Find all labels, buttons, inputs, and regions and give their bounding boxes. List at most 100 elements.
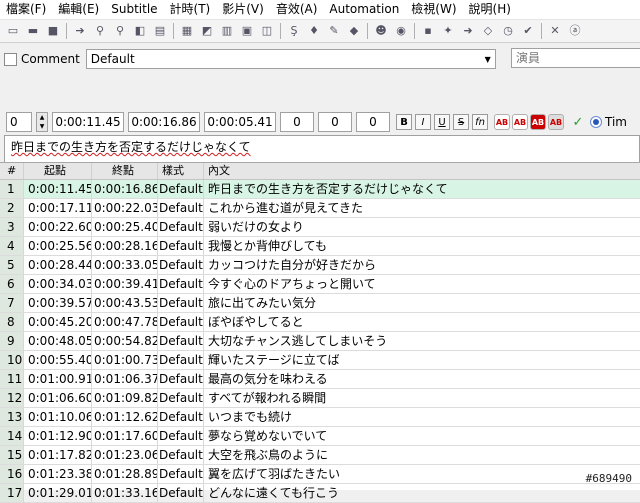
grid-row[interactable]: 14 0:01:12.90 0:01:17.60 Default 夢なら覚めないでいて <box>0 427 640 446</box>
save-icon[interactable]: ■ <box>45 23 61 39</box>
subtitle-grid: # 起點 終點 樣式 內文 1 0:00:11.45 0:00:16.86 Defau… <box>0 162 640 503</box>
shadow-color-button[interactable]: AB <box>548 114 564 130</box>
menu-item[interactable]: 編輯(E) <box>52 0 105 19</box>
grid-row[interactable]: 6 0:00:34.03 0:00:39.41 Default 今すぐ心のドアちょっと開… <box>0 275 640 294</box>
margin-right-input[interactable]: 0 <box>318 112 352 132</box>
comment-checkbox[interactable] <box>4 52 17 66</box>
styles-icon[interactable]: ◩ <box>199 23 215 39</box>
kara-icon[interactable]: ☻ <box>373 23 389 39</box>
clock-icon[interactable]: ◷ <box>500 23 516 39</box>
row-text: 夢なら覚めないでいて <box>208 429 328 443</box>
font-button[interactable]: fn <box>472 114 488 130</box>
row-number: 3 <box>0 218 24 236</box>
new-file-icon[interactable]: ▭ <box>5 23 21 39</box>
row-end: 0:00:25.40 <box>94 218 158 236</box>
grid-row[interactable]: 4 0:00:25.56 0:00:28.16 Default 我慢とか背伸びしても <box>0 237 640 256</box>
spellcheck-icon[interactable]: Ş <box>286 23 302 39</box>
toolbar-separator <box>541 23 542 39</box>
menu-item[interactable]: 計時(T) <box>164 0 217 19</box>
fit-icon[interactable]: ◫ <box>259 23 275 39</box>
shift-icon[interactable]: ✦ <box>440 23 456 39</box>
row-start: 0:01:23.38 <box>24 465 92 483</box>
toolbar-separator <box>173 23 174 39</box>
check-icon[interactable]: ✔ <box>520 23 536 39</box>
grid-row[interactable]: 3 0:00:22.60 0:00:25.40 Default 弱いだけの女より <box>0 218 640 237</box>
timing-icon[interactable]: ▪ <box>420 23 436 39</box>
attachments-icon[interactable]: ▥ <box>219 23 235 39</box>
underline-button[interactable]: U <box>434 114 450 130</box>
find-icon[interactable]: ♦ <box>306 23 322 39</box>
grid-row[interactable]: 2 0:00:17.11 0:00:22.03 Default これから進む道が見えてき… <box>0 199 640 218</box>
resample-icon[interactable]: ◉ <box>393 23 409 39</box>
row-end: 0:01:12.62 <box>94 408 158 426</box>
outline-color-button[interactable]: AB <box>530 114 546 130</box>
primary-color-button[interactable]: AB <box>494 114 510 130</box>
margin-vertical-input[interactable]: 0 <box>356 112 390 132</box>
grid-row[interactable]: 13 0:01:10.06 0:01:12.62 Default いつまでも続け <box>0 408 640 427</box>
end-time-input[interactable]: 0:00:16.86 <box>128 112 200 132</box>
grid-row[interactable]: 16 0:01:23.38 0:01:28.89 Default 翼を広げて羽ばたきたい <box>0 465 640 484</box>
start-time-input[interactable]: 0:00:11.45 <box>52 112 124 132</box>
menu-item[interactable]: Subtitle <box>105 0 163 19</box>
header-style[interactable]: 樣式 <box>158 163 204 179</box>
row-style: Default <box>159 389 204 407</box>
menu-item[interactable]: 音效(A) <box>270 0 324 19</box>
row-number: 4 <box>0 237 24 255</box>
strikeout-button[interactable]: S <box>453 114 469 130</box>
translate-icon[interactable]: ◆ <box>346 23 362 39</box>
toolbar-separator <box>367 23 368 39</box>
grid-row[interactable]: 9 0:00:48.05 0:00:54.82 Default 大切なチャンス逃してしま… <box>0 332 640 351</box>
lead-icon[interactable]: ◇ <box>480 23 496 39</box>
menu-item[interactable]: 檔案(F) <box>0 0 52 19</box>
grid-row[interactable]: 8 0:00:45.20 0:00:47.78 Default ぼやぼやしてると <box>0 313 640 332</box>
header-number[interactable]: # <box>0 163 24 179</box>
header-end[interactable]: 終點 <box>92 163 158 179</box>
layer-input[interactable]: 0 <box>6 112 32 132</box>
nudge-icon[interactable]: ➜ <box>460 23 476 39</box>
grid-row[interactable]: 12 0:01:06.60 0:01:09.82 Default すべてが報われる瞬間 <box>0 389 640 408</box>
grid-row[interactable]: 10 0:00:55.40 0:01:00.73 Default 輝いたステージに立てば <box>0 351 640 370</box>
open-file-icon[interactable]: ▬ <box>25 23 41 39</box>
replace-icon[interactable]: ✎ <box>326 23 342 39</box>
jump-icon[interactable]: ➔ <box>72 23 88 39</box>
margin-left-input[interactable]: 0 <box>280 112 314 132</box>
grid-row[interactable]: 17 0:01:29.01 0:01:33.16 Default どんなに遠くても行こう <box>0 484 640 503</box>
bold-button[interactable]: B <box>396 114 412 130</box>
grid-row[interactable]: 1 0:00:11.45 0:00:16.86 Default 昨日までの生き方を否定す… <box>0 180 640 199</box>
menu-item[interactable]: 影片(V) <box>216 0 270 19</box>
row-text: 輝いたステージに立てば <box>208 353 340 367</box>
menu-item[interactable]: 檢視(W) <box>405 0 462 19</box>
properties-icon[interactable]: ▦ <box>179 23 195 39</box>
spin-down-icon[interactable]: ▼ <box>37 122 47 131</box>
commit-checkmark-icon[interactable]: ✓ <box>569 113 587 131</box>
row-end: 0:00:47.78 <box>94 313 158 331</box>
menu-item[interactable]: Automation <box>323 0 405 19</box>
options-icon[interactable]: ✕ <box>547 23 563 39</box>
secondary-color-button[interactable]: AB <box>512 114 528 130</box>
grid-row[interactable]: 5 0:00:28.44 0:00:33.05 Default カッコつけた自分が好きだ… <box>0 256 640 275</box>
stats-icon[interactable]: ▤ <box>152 23 168 39</box>
row-style: Default <box>159 332 204 350</box>
zoom-out-icon[interactable]: ⚲ <box>112 23 128 39</box>
row-start: 0:00:17.11 <box>24 199 92 217</box>
layer-spinner[interactable]: ▲ ▼ <box>36 112 48 132</box>
grid-row[interactable]: 11 0:01:00.91 0:01:06.37 Default 最高の気分を味わえる <box>0 370 640 389</box>
row-number: 11 <box>0 370 24 388</box>
snap-icon[interactable]: ◧ <box>132 23 148 39</box>
italic-button[interactable]: I <box>415 114 431 130</box>
time-mode-radio[interactable] <box>590 116 602 128</box>
style-dropdown[interactable]: Default ▼ <box>85 49 496 69</box>
automation-icon[interactable]: ⓐ <box>567 23 583 39</box>
duration-input[interactable]: 0:00:05.41 <box>204 112 276 132</box>
row-number: 9 <box>0 332 24 350</box>
actor-input[interactable]: 演員 <box>511 48 640 68</box>
header-start[interactable]: 起點 <box>24 163 92 179</box>
fonts-icon[interactable]: ▣ <box>239 23 255 39</box>
header-text[interactable]: 內文 <box>204 163 640 179</box>
grid-row[interactable]: 7 0:00:39.57 0:00:43.53 Default 旅に出てみたい気分 <box>0 294 640 313</box>
spin-up-icon[interactable]: ▲ <box>37 113 47 122</box>
menu-item[interactable]: 說明(H) <box>463 0 517 19</box>
grid-row[interactable]: 15 0:01:17.82 0:01:23.06 Default 大空を飛ぶ鳥のように <box>0 446 640 465</box>
row-number: 15 <box>0 446 24 464</box>
zoom-in-icon[interactable]: ⚲ <box>92 23 108 39</box>
